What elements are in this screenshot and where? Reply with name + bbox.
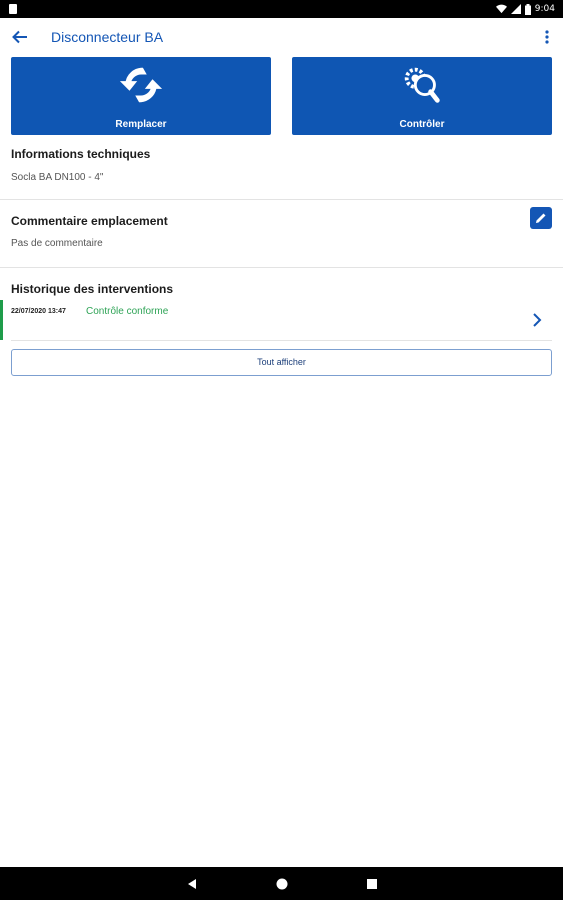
intervention-status: Contrôle conforme <box>86 306 169 317</box>
divider <box>0 267 563 268</box>
clock-time: 9:04 <box>534 4 555 14</box>
history-list-item[interactable]: 22/07/2020 13:47 Contrôle conforme <box>0 300 563 340</box>
status-bar: 9:04 <box>0 0 563 18</box>
edit-comment-button[interactable] <box>530 207 552 229</box>
divider <box>0 199 563 200</box>
control-button[interactable]: Contrôler <box>292 57 552 135</box>
arrow-left-icon <box>12 30 27 44</box>
nav-home-button[interactable] <box>270 867 294 900</box>
triangle-back-icon <box>188 878 196 889</box>
system-navigation-bar <box>0 867 563 900</box>
app-bar: Disconnecteur BA <box>0 18 563 56</box>
location-comment-text: Pas de commentaire <box>11 238 103 249</box>
control-label: Contrôler <box>399 119 445 130</box>
back-button[interactable] <box>8 26 32 48</box>
location-comment-title: Commentaire emplacement <box>11 214 168 228</box>
more-options-button[interactable] <box>539 26 555 48</box>
chevron-right-icon <box>533 313 542 327</box>
more-vertical-icon <box>545 30 549 44</box>
nav-back-button[interactable] <box>180 867 204 900</box>
circle-home-icon <box>276 878 288 889</box>
nav-recents-button[interactable] <box>360 867 384 900</box>
battery-icon <box>524 3 531 15</box>
status-indicator-bar <box>0 300 3 340</box>
square-recents-icon <box>367 878 377 889</box>
replace-button[interactable]: Remplacer <box>11 57 271 135</box>
intervention-date: 22/07/2020 13:47 <box>11 308 66 315</box>
signal-icon <box>510 4 521 14</box>
tech-info-text: Socla BA DN100 - 4" <box>11 172 104 183</box>
gear-magnifier-icon <box>404 67 440 103</box>
sim-card-icon <box>9 4 17 14</box>
pencil-icon <box>536 213 546 223</box>
history-title: Historique des interventions <box>11 282 174 296</box>
replace-label: Remplacer <box>115 119 167 130</box>
page-title: Disconnecteur BA <box>51 29 164 45</box>
show-all-button[interactable]: Tout afficher <box>11 349 552 376</box>
wifi-icon <box>495 4 507 14</box>
divider <box>11 340 552 341</box>
refresh-icon <box>119 67 163 103</box>
tech-info-title: Informations techniques <box>11 147 151 161</box>
